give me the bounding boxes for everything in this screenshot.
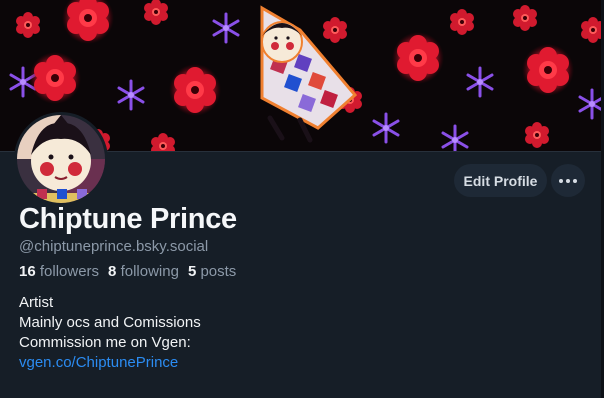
bio-line: Artist (19, 294, 54, 311)
posts-count: 5 (187, 263, 197, 280)
bio-line: Mainly ocs and Comissions (19, 314, 201, 331)
profile-stats: 16 followers 8 following 5 posts (19, 263, 236, 280)
followers-count: 16 (19, 263, 36, 280)
avatar-image (17, 115, 105, 203)
display-name: Chiptune Prince (19, 203, 237, 235)
bio-link[interactable]: vgen.co/ChiptunePrince (19, 354, 178, 371)
following-link[interactable]: 8 following (108, 263, 179, 280)
followers-label: followers (39, 263, 100, 280)
more-options-button[interactable] (551, 164, 585, 197)
more-horizontal-icon (573, 178, 577, 183)
following-count: 8 (108, 263, 117, 280)
more-horizontal-icon (559, 178, 563, 183)
posts-stat: 5 posts (188, 263, 236, 280)
avatar[interactable] (14, 112, 108, 206)
followers-link[interactable]: 16 followers (19, 263, 99, 280)
edit-profile-button[interactable]: Edit Profile (454, 164, 547, 197)
following-label: following (120, 263, 179, 280)
posts-label: posts (200, 263, 237, 280)
profile-bio: Artist Mainly ocs and Comissions Commiss… (19, 293, 201, 373)
profile-handle: @chiptuneprince.bsky.social (19, 238, 209, 255)
more-horizontal-icon (566, 178, 570, 183)
bio-line: Commission me on Vgen: (19, 334, 191, 351)
